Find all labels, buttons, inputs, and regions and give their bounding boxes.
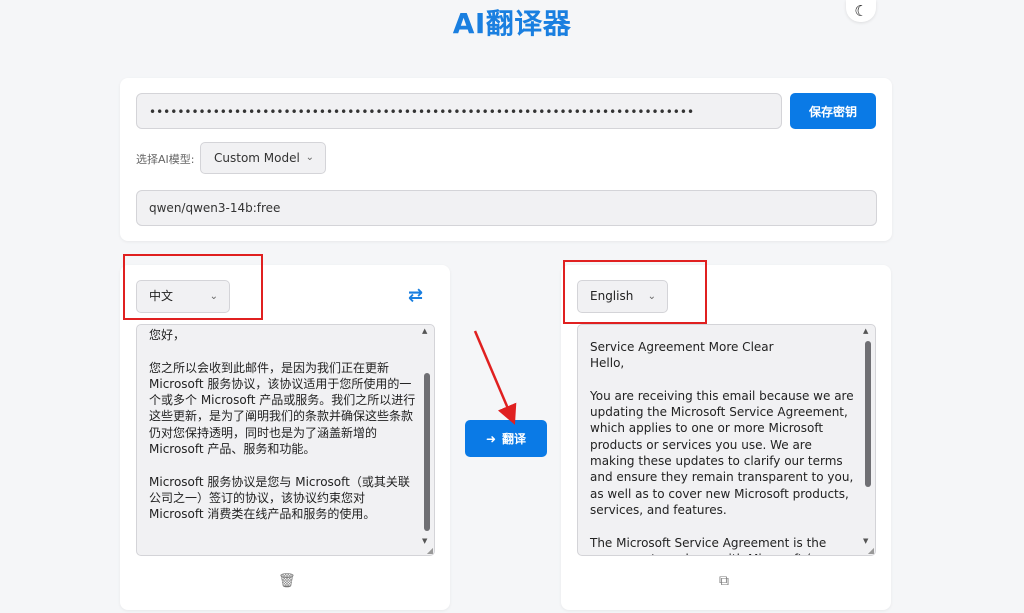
swap-arrows-icon[interactable]: ⇄ [408, 285, 423, 306]
scroll-up-icon[interactable]: ▲ [422, 327, 427, 335]
model-name-input[interactable]: qwen/qwen3-14b:free [136, 190, 877, 226]
save-key-button[interactable]: 保存密钥 [790, 93, 876, 129]
source-paragraph: 您好， [149, 328, 186, 342]
source-text: 您好， 您之所以会收到此邮件，是因为我们正在更新 Microsoft 服务协议，… [149, 327, 416, 539]
source-paragraph: Microsoft 服务协议是您与 Microsoft（或其关联公司之一）签订的… [149, 474, 410, 522]
moon-icon: ☾ [854, 2, 868, 20]
scroll-thumb[interactable] [424, 373, 430, 531]
target-paragraph: You are receiving this email because we … [590, 388, 854, 517]
chevron-down-icon: ⌄ [305, 152, 314, 163]
target-line: Hello, [590, 356, 625, 371]
scroll-down-icon[interactable]: ▼ [863, 537, 868, 545]
target-text: Service Agreement More Clear Hello, You … [590, 339, 857, 555]
resize-grip-icon[interactable]: ◢ [427, 546, 433, 555]
api-key-input[interactable]: ••••••••••••••••••••••••••••••••••••••••… [136, 93, 782, 129]
chevron-down-icon: ⌄ [647, 291, 656, 302]
target-scrollbar[interactable]: ▲ ▼ [862, 327, 873, 553]
source-language-value: 中文 [149, 289, 174, 303]
chevron-down-icon: ⌄ [209, 291, 218, 302]
model-select-value: Custom Model [214, 151, 300, 165]
target-panel: English ⌄ Service Agreement More Clear H… [561, 265, 891, 610]
target-line: Service Agreement More Clear [590, 340, 774, 354]
source-textarea[interactable]: 您好， 您之所以会收到此邮件，是因为我们正在更新 Microsoft 服务协议，… [136, 324, 435, 556]
trash-icon[interactable]: 🗑 [278, 573, 296, 589]
settings-card: ••••••••••••••••••••••••••••••••••••••••… [120, 78, 892, 241]
arrow-right-icon: ➜ [485, 431, 497, 446]
copy-icon[interactable]: ⧉ [719, 573, 729, 589]
source-paragraph: 您之所以会收到此邮件，是因为我们正在更新 Microsoft 服务协议，该协议适… [149, 360, 416, 457]
model-label: 选择AI模型: [136, 153, 195, 166]
scroll-thumb[interactable] [865, 341, 871, 487]
source-panel: 中文 ⌄ ⇄ 您好， 您之所以会收到此邮件，是因为我们正在更新 Microsof… [120, 265, 450, 610]
source-scrollbar[interactable]: ▲ ▼ [421, 327, 432, 553]
target-paragraph: The Microsoft Service Agreement is the a… [590, 535, 850, 555]
target-language-select[interactable]: English ⌄ [577, 280, 668, 313]
resize-grip-icon[interactable]: ◢ [868, 546, 874, 555]
scroll-down-icon[interactable]: ▼ [422, 537, 427, 545]
model-select[interactable]: Custom Model ⌄ [200, 142, 326, 174]
target-language-value: English [590, 289, 634, 303]
translate-label: 翻译 [502, 432, 527, 446]
translate-button[interactable]: ➜ 翻译 [465, 420, 547, 457]
scroll-up-icon[interactable]: ▲ [863, 327, 868, 335]
source-language-select[interactable]: 中文 ⌄ [136, 280, 230, 313]
target-textarea[interactable]: Service Agreement More Clear Hello, You … [577, 324, 876, 556]
